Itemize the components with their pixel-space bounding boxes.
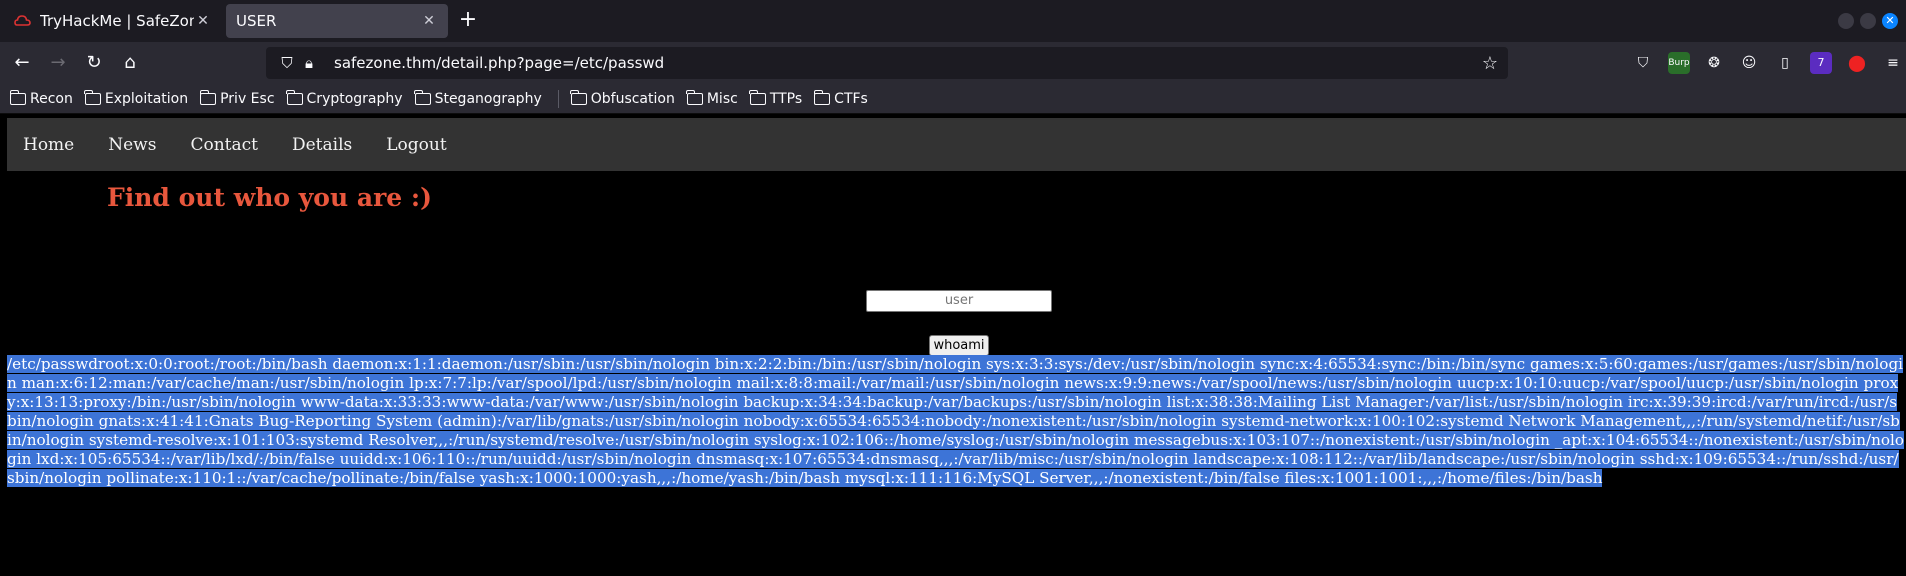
navigation-toolbar: ← → ↻ ⌂ ⛉ 🔒︎ safezone.thm/detail.php?pag… bbox=[0, 42, 1906, 84]
tryhackme-icon bbox=[14, 14, 32, 28]
bookmark-label: Exploitation bbox=[104, 90, 189, 107]
extension-badge-icon[interactable]: 7 bbox=[1810, 52, 1832, 74]
minimize-icon[interactable] bbox=[1838, 13, 1854, 29]
bookmark-ctfs[interactable]: CTFs bbox=[813, 89, 868, 107]
page-headline: Find out who you are :) bbox=[107, 183, 432, 212]
tab-tryhackme[interactable]: TryHackMe | SafeZone ✕ bbox=[4, 4, 222, 38]
web-page: Home News Contact Details Logout Find ou… bbox=[0, 115, 1906, 576]
bookmark-label: Cryptography bbox=[306, 90, 403, 107]
bookmark-ttps[interactable]: TTPs bbox=[749, 89, 803, 107]
menu-icon[interactable]: ≡ bbox=[1882, 52, 1904, 74]
nav-home-link[interactable]: Home bbox=[23, 135, 74, 155]
folder-icon bbox=[414, 89, 431, 105]
bookmark-label: Misc bbox=[706, 90, 738, 107]
bookmark-label: Recon bbox=[30, 90, 73, 107]
folder-icon bbox=[686, 89, 703, 105]
trash-icon[interactable]: ▯ bbox=[1774, 52, 1796, 74]
bookmark-label: Priv Esc bbox=[220, 90, 275, 107]
whoami-button[interactable]: whoami bbox=[929, 335, 989, 356]
passwd-output: /etc/passwdroot:x:0:0:root:/root:/bin/ba… bbox=[7, 355, 1905, 488]
bookmark-obfuscation[interactable]: Obfuscation bbox=[570, 89, 675, 107]
folder-icon bbox=[199, 89, 217, 105]
bookmark-label: Obfuscation bbox=[590, 90, 675, 107]
home-icon[interactable]: ⌂ bbox=[118, 51, 142, 75]
forward-icon[interactable]: → bbox=[46, 51, 70, 75]
bookmarks-toolbar: Recon Exploitation Priv Esc Cryptography… bbox=[0, 84, 1906, 114]
url-bar[interactable]: ⛉ 🔒︎ safezone.thm/detail.php?page=/etc/p… bbox=[266, 47, 1508, 79]
close-tab-icon[interactable]: ✕ bbox=[194, 13, 212, 29]
face-extension-icon[interactable]: ☺ bbox=[1738, 52, 1760, 74]
folder-icon bbox=[286, 89, 303, 105]
folder-icon bbox=[9, 89, 26, 105]
folder-icon bbox=[84, 89, 101, 105]
ublock-icon[interactable]: ⬤ bbox=[1846, 52, 1868, 74]
tab-title: TryHackMe | SafeZone bbox=[40, 12, 194, 30]
folder-icon bbox=[749, 89, 766, 105]
close-window-icon[interactable]: ✕ bbox=[1882, 13, 1898, 29]
bookmark-priv-esc[interactable]: Priv Esc bbox=[199, 89, 275, 107]
lock-icon[interactable]: 🔒︎ bbox=[298, 54, 320, 72]
back-icon[interactable]: ← bbox=[10, 51, 34, 75]
bookmark-misc[interactable]: Misc bbox=[686, 89, 738, 107]
cookie-icon[interactable]: ❂ bbox=[1703, 52, 1725, 74]
tab-bar: TryHackMe | SafeZone ✕ USER ✕ + ✕ bbox=[0, 0, 1906, 42]
folder-icon bbox=[813, 89, 831, 105]
nav-logout-link[interactable]: Logout bbox=[386, 135, 446, 155]
bookmark-exploitation[interactable]: Exploitation bbox=[84, 89, 189, 107]
site-nav: Home News Contact Details Logout bbox=[7, 118, 1906, 171]
extension-count: 7 bbox=[1817, 56, 1825, 69]
user-input[interactable]: user bbox=[866, 290, 1052, 312]
bookmark-star-icon[interactable]: ☆ bbox=[1482, 53, 1498, 74]
shield-icon[interactable]: ⛉ bbox=[276, 54, 298, 72]
pocket-icon[interactable]: ⛉ bbox=[1632, 52, 1654, 74]
folder-icon bbox=[570, 89, 587, 105]
bookmark-separator bbox=[557, 89, 559, 108]
url-text[interactable]: safezone.thm/detail.php?page=/etc/passwd bbox=[334, 54, 1482, 72]
bookmark-label: TTPs bbox=[769, 90, 803, 107]
bookmark-steganography[interactable]: Steganography bbox=[414, 89, 542, 107]
new-tab-icon[interactable]: + bbox=[456, 8, 480, 34]
bookmark-label: CTFs bbox=[834, 90, 868, 107]
reload-icon[interactable]: ↻ bbox=[82, 51, 106, 75]
close-tab-icon[interactable]: ✕ bbox=[420, 13, 438, 29]
tab-title: USER bbox=[236, 12, 277, 30]
maximize-icon[interactable] bbox=[1860, 13, 1876, 29]
tab-user[interactable]: USER ✕ bbox=[226, 4, 448, 38]
bookmark-cryptography[interactable]: Cryptography bbox=[286, 89, 403, 107]
burp-extension-icon[interactable]: Burp bbox=[1668, 52, 1690, 74]
nav-news-link[interactable]: News bbox=[108, 135, 156, 155]
bookmark-label: Steganography bbox=[434, 90, 542, 107]
nav-contact-link[interactable]: Contact bbox=[190, 135, 258, 155]
passwd-output-text: /etc/passwdroot:x:0:0:root:/root:/bin/ba… bbox=[7, 355, 1905, 487]
burp-badge: Burp bbox=[1668, 58, 1690, 68]
bookmark-recon[interactable]: Recon bbox=[9, 89, 73, 107]
nav-details-link[interactable]: Details bbox=[292, 135, 352, 155]
